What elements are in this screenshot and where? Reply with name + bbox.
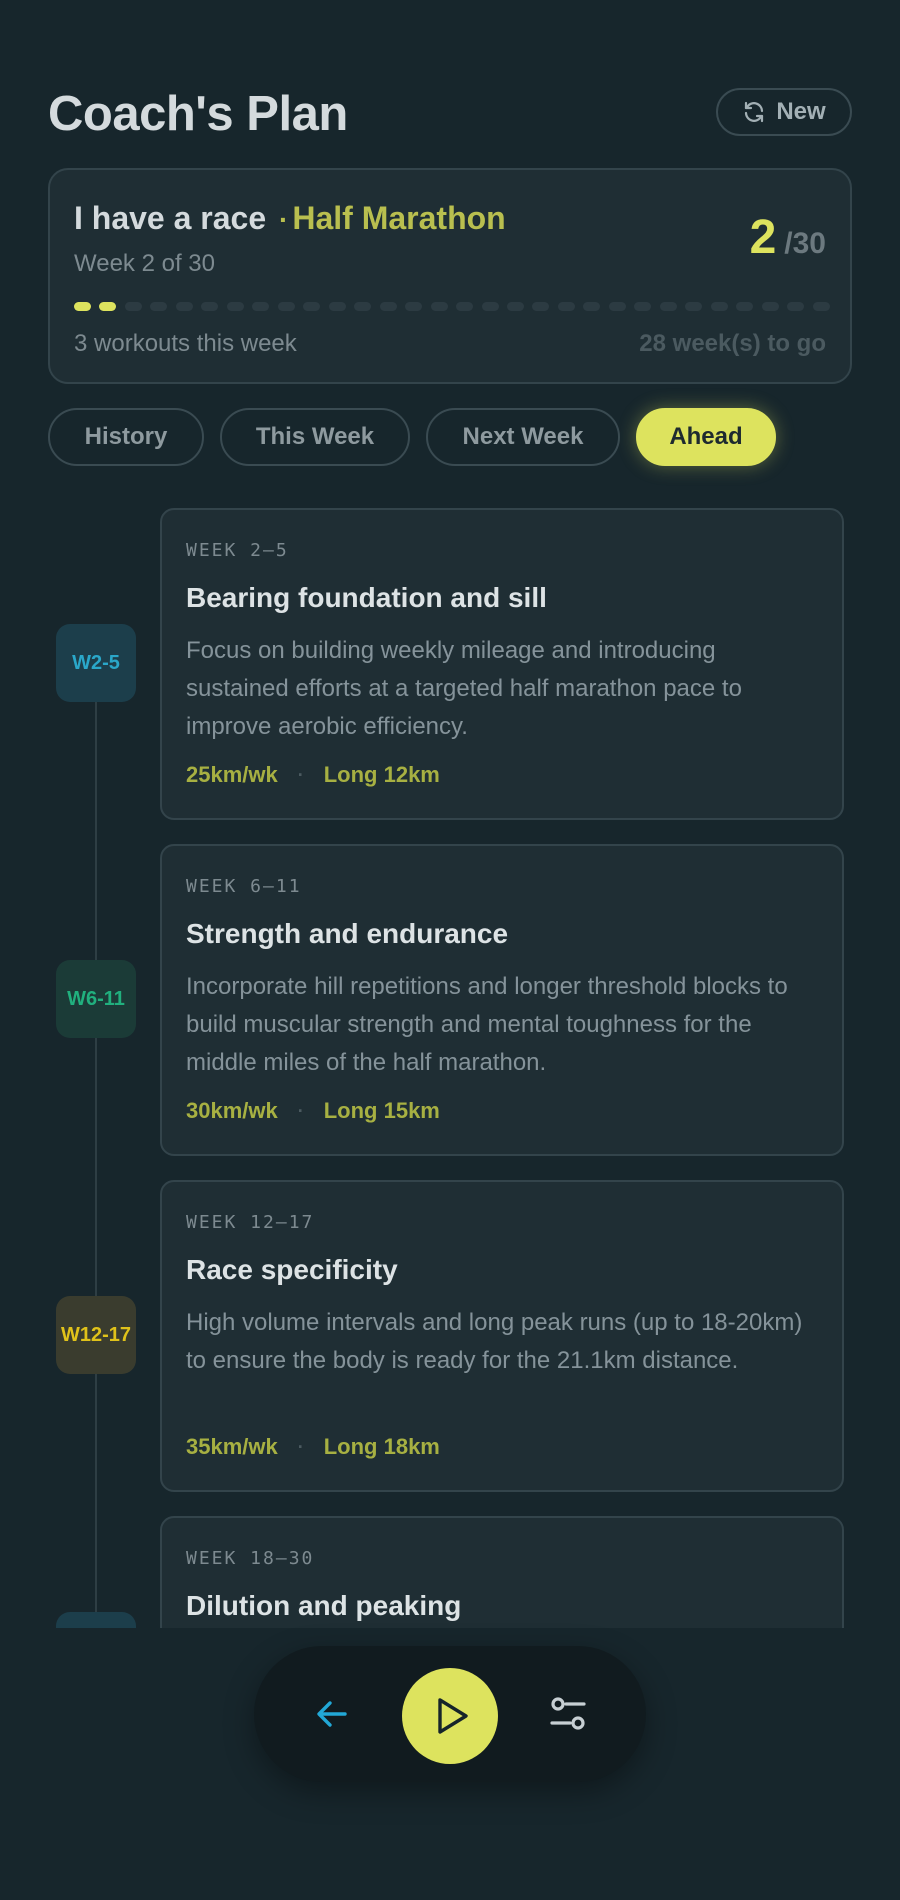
phase-badge: W2-5 <box>56 624 136 702</box>
progress-dot <box>277 302 295 311</box>
phase-title: Strength and endurance <box>186 918 509 949</box>
tab-history[interactable]: History <box>48 408 204 466</box>
race-goal: I have a race <box>74 200 267 236</box>
progress-dot <box>506 302 524 311</box>
timeline-line <box>95 690 97 1630</box>
progress-dot <box>379 302 397 311</box>
progress-dot <box>175 302 193 311</box>
page-title: Coach's Plan <box>48 87 348 141</box>
phase-weeks: WEEK 6–11 <box>186 876 302 897</box>
progress-dot <box>226 302 244 311</box>
phase-weeks: WEEK 18–30 <box>186 1548 315 1569</box>
sliders-icon[interactable] <box>546 1692 590 1736</box>
progress-dot <box>557 302 575 311</box>
current-week: 2 <box>749 211 777 264</box>
phase-card[interactable]: WEEK 6–11 Strength and endurance Incorpo… <box>160 844 844 1156</box>
play-button[interactable] <box>402 1668 498 1764</box>
race-summary-card: I have a race · Half Marathon Week 2 of 3… <box>48 168 852 384</box>
weekly-volume: 25km/wk <box>186 762 278 787</box>
phase-stats: 35km/wk · Long 18km <box>186 1434 440 1460</box>
workouts-count: 3 workouts this week <box>74 330 297 357</box>
stat-separator: · <box>297 1436 304 1457</box>
refresh-icon <box>745 101 764 123</box>
new-plan-button[interactable]: New <box>716 88 852 136</box>
progress-dot <box>736 302 754 311</box>
progress-dot <box>787 302 805 311</box>
phase-title: Dilution and peaking <box>186 1590 462 1621</box>
plan-tabs: History This Week Next Week Ahead <box>48 408 776 466</box>
progress-dot <box>303 302 321 311</box>
phase-stats: 30km/wk · Long 15km <box>186 1098 440 1124</box>
arrow-left-icon[interactable] <box>312 1694 352 1734</box>
week-counter: 2 /30 <box>750 210 826 265</box>
progress-dot <box>583 302 601 311</box>
new-button-label: New <box>776 98 826 125</box>
bottom-nav <box>254 1646 646 1782</box>
week-progress <box>74 302 830 312</box>
race-separator: · <box>279 204 289 235</box>
progress-dot <box>150 302 168 311</box>
progress-dot <box>124 302 142 311</box>
progress-dot <box>354 302 372 311</box>
progress-dot <box>812 302 830 311</box>
progress-dot <box>456 302 474 311</box>
long-run: Long 15km <box>323 1098 440 1123</box>
phase-card[interactable]: WEEK 12–17 Race specificity High volume … <box>160 1180 844 1492</box>
long-run: Long 12km <box>323 762 440 787</box>
phase-description: Incorporate hill repetitions and longer … <box>186 973 788 1076</box>
race-week-subtitle: Week 2 of 30 <box>74 250 215 277</box>
weekly-volume: 35km/wk <box>186 1434 278 1459</box>
tab-next-week[interactable]: Next Week <box>426 408 620 466</box>
phase-description: Focus on building weekly mileage and int… <box>186 637 742 740</box>
total-weeks: /30 <box>784 227 826 260</box>
progress-dot <box>328 302 346 311</box>
progress-dot <box>405 302 423 311</box>
stat-separator: · <box>297 764 304 785</box>
play-icon <box>438 1698 468 1734</box>
weeks-remaining: 28 week(s) to go <box>639 330 826 357</box>
stat-separator: · <box>297 1100 304 1121</box>
progress-dot <box>99 302 117 311</box>
progress-dot <box>532 302 550 311</box>
phase-badge: W12-17 <box>56 1296 136 1374</box>
race-type: Half Marathon <box>292 200 506 236</box>
progress-dot <box>761 302 779 311</box>
progress-dot <box>201 302 219 311</box>
phase-card[interactable]: WEEK 2–5 Bearing foundation and sill Foc… <box>160 508 844 820</box>
phase-badge: W6-11 <box>56 960 136 1038</box>
progress-dot <box>685 302 703 311</box>
progress-dot <box>659 302 677 311</box>
progress-dot <box>74 302 91 311</box>
phase-stats: 25km/wk · Long 12km <box>186 762 440 788</box>
progress-dot <box>252 302 270 311</box>
race-heading: I have a race · Half Marathon <box>74 200 506 237</box>
progress-dot <box>710 302 728 311</box>
phase-title: Race specificity <box>186 1254 398 1285</box>
progress-dot <box>481 302 499 311</box>
phase-title: Bearing foundation and sill <box>186 582 547 613</box>
phase-weeks: WEEK 2–5 <box>186 540 289 561</box>
long-run: Long 18km <box>323 1434 440 1459</box>
tab-this-week[interactable]: This Week <box>220 408 410 466</box>
phase-weeks: WEEK 12–17 <box>186 1212 315 1233</box>
progress-dot <box>608 302 626 311</box>
progress-dot <box>430 302 448 311</box>
tab-ahead[interactable]: Ahead <box>636 408 776 466</box>
phase-description: High volume intervals and long peak runs… <box>186 1309 803 1374</box>
progress-dot <box>634 302 652 311</box>
weekly-volume: 30km/wk <box>186 1098 278 1123</box>
